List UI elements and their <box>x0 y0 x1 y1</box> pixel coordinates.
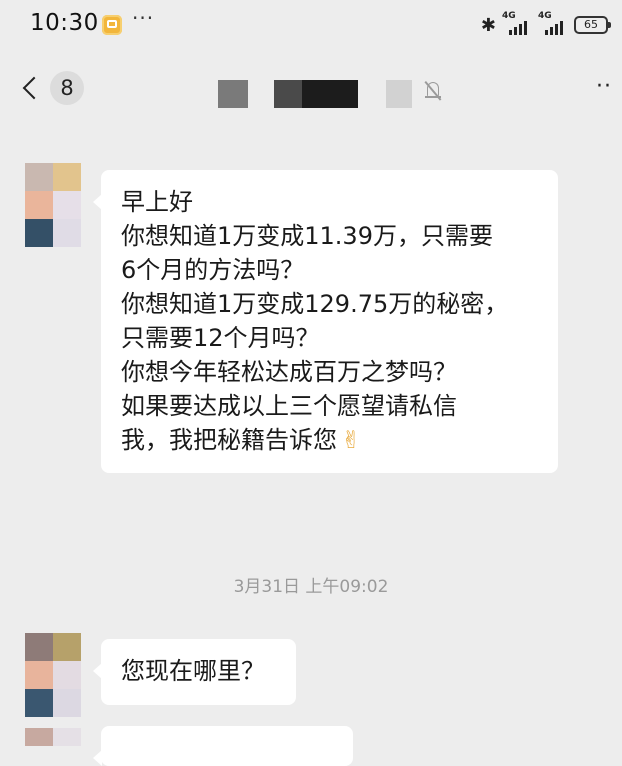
message-line: 你想今年轻松达成百万之梦吗？ <box>121 358 457 386</box>
contact-name-redacted <box>218 80 248 108</box>
message-bubble[interactable]: 您现在哪里？ <box>93 639 296 705</box>
signal-icon: 4G <box>502 11 532 37</box>
status-bar: 10:30 ··· ✱ 4G 4G 65 <box>0 0 622 52</box>
message-line: 你想知道1万变成11.39万，只需要 <box>121 222 493 250</box>
more-notifications-icon: ··· <box>132 6 155 30</box>
message-bubble[interactable]: 早上好 你想知道1万变成11.39万，只需要 6个月的方法吗？ 你想知道1万变成… <box>93 170 558 473</box>
message-timestamp: 3月31日 上午09:02 <box>233 577 389 597</box>
message-line: 您现在哪里？ <box>121 657 265 685</box>
message-line: 6个月的方法吗？ <box>121 256 305 284</box>
message-line: 如果要达成以上三个愿望请私信 <box>121 392 457 420</box>
system-icons: ✱ 4G 4G 65 <box>480 11 611 38</box>
more-menu-icon[interactable]: ·· <box>596 74 612 99</box>
message-line: 你想知道1万变成129.75万的秘密， <box>121 290 509 318</box>
avatar[interactable] <box>25 633 81 717</box>
message-line-text: 我，我把秘籍告诉您 <box>121 426 337 454</box>
network-type-label: 4G <box>502 11 516 21</box>
bluetooth-icon: ✱ <box>480 14 496 36</box>
status-time: 10:30 <box>30 10 99 36</box>
unread-count-badge[interactable]: 8 <box>50 71 84 105</box>
message-bubble-partial[interactable] <box>93 726 353 766</box>
message-line: 早上好 <box>121 188 193 216</box>
avatar[interactable] <box>25 163 81 247</box>
contact-name-redacted-3 <box>302 80 358 108</box>
message-line-last: 我，我把秘籍告诉您 ✌ <box>121 423 540 457</box>
bell-off-icon <box>424 80 442 102</box>
signal-icon-2: 4G <box>538 11 568 37</box>
notification-app-icon <box>102 15 122 35</box>
chat-header: 8 ·· <box>0 52 622 132</box>
chevron-left-icon[interactable] <box>22 76 46 100</box>
contact-name-redacted-4 <box>386 80 412 108</box>
battery-icon: 65 <box>574 16 611 34</box>
victory-hand-icon: ✌ <box>341 426 362 454</box>
contact-name-redacted-2 <box>274 80 302 108</box>
avatar[interactable] <box>25 728 81 746</box>
network-type-label-2: 4G <box>538 11 552 21</box>
message-line: 只需要12个月吗？ <box>121 324 320 352</box>
